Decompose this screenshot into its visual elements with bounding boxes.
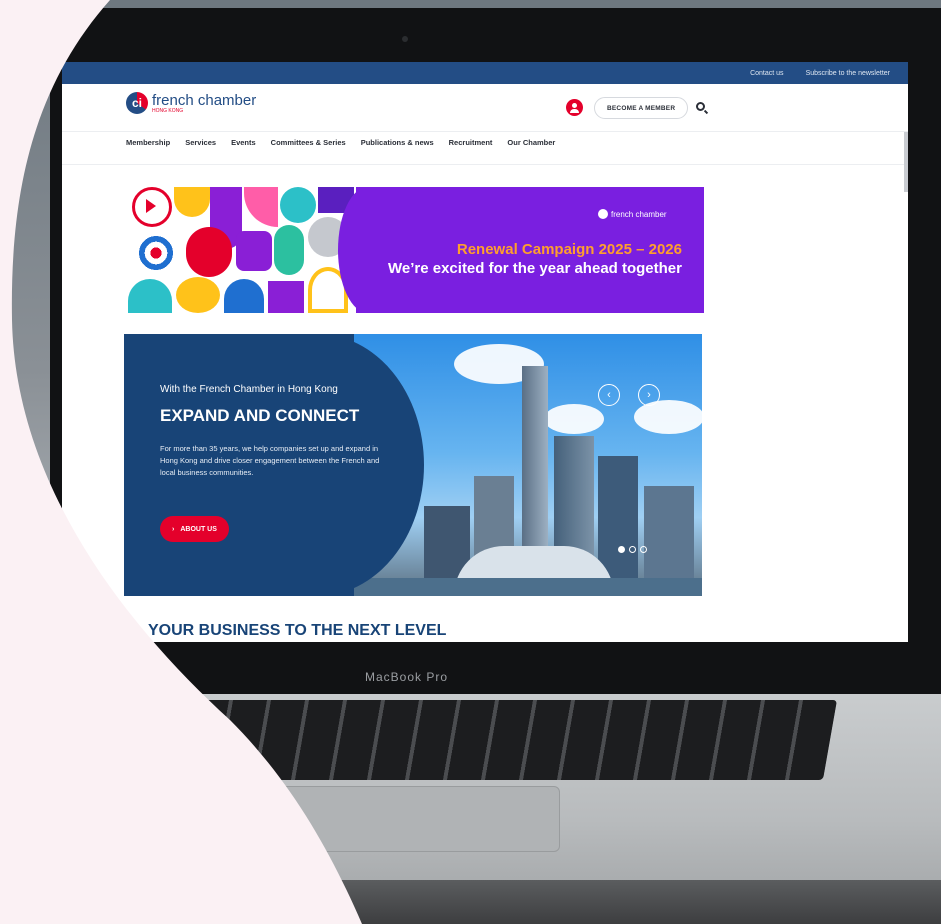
about-us-label: ABOUT US: [180, 525, 217, 533]
hero-body: For more than 35 years, we help companie…: [160, 444, 380, 477]
carousel-dot[interactable]: [618, 546, 625, 553]
user-icon[interactable]: [566, 99, 583, 116]
scrollbar[interactable]: [904, 132, 908, 192]
banner-shape: [280, 187, 316, 223]
nav-item-recruitment[interactable]: Recruitment: [449, 138, 493, 147]
nav-item-services[interactable]: Services: [185, 138, 216, 147]
nav-item-committees[interactable]: Committees & Series: [271, 138, 346, 147]
banner-shape: [224, 279, 264, 313]
website-screen: Contact us Subscribe to the newsletter c…: [62, 62, 908, 642]
site-logo[interactable]: ci french chamber HONG KONG: [126, 92, 256, 114]
chevron-left-icon[interactable]: ‹: [598, 384, 620, 406]
utility-bar: Contact us Subscribe to the newsletter: [62, 62, 908, 84]
desk-edge: [0, 880, 941, 924]
banner-shape: [268, 281, 304, 313]
banner-logo-text: french chamber: [611, 209, 667, 219]
banner-campaign-title: Renewal Campaign 2025 – 2026: [456, 241, 682, 258]
nav-item-events[interactable]: Events: [231, 138, 256, 147]
newsletter-link[interactable]: Subscribe to the newsletter: [806, 70, 890, 77]
nav-item-publications[interactable]: Publications & news: [361, 138, 434, 147]
banner-shape: [176, 277, 220, 313]
carousel-dot[interactable]: [640, 546, 647, 553]
renewal-banner[interactable]: french chamber Renewal Campaign 2025 – 2…: [128, 187, 704, 313]
section-title: YOUR BUSINESS TO THE NEXT LEVEL: [148, 622, 447, 639]
banner-tagline: We’re excited for the year ahead togethe…: [388, 260, 682, 277]
carousel-dot[interactable]: [629, 546, 636, 553]
play-icon: [146, 199, 156, 213]
nav-item-membership[interactable]: Membership: [126, 138, 170, 147]
banner-shape: [236, 231, 272, 271]
about-us-button[interactable]: › ABOUT US: [160, 516, 229, 542]
nav-divider: [62, 164, 908, 165]
banner-logo: french chamber: [598, 209, 667, 219]
logo-mark-text: ci: [131, 96, 142, 110]
banner-shape: [128, 279, 172, 313]
carousel-dots: [618, 546, 647, 553]
banner-shape: [274, 225, 304, 275]
camera-icon: [402, 36, 408, 42]
become-member-button[interactable]: BECOME A MEMBER: [594, 97, 689, 119]
hero-carousel: With the French Chamber in Hong Kong EXP…: [124, 334, 702, 596]
contact-us-link[interactable]: Contact us: [750, 70, 783, 77]
hero-title: EXPAND AND CONNECT: [160, 406, 360, 425]
banner-logo-mark-icon: [598, 209, 608, 219]
banner-shape: [244, 187, 278, 227]
keyboard: [142, 700, 838, 780]
hero-kicker: With the French Chamber in Hong Kong: [160, 384, 338, 395]
nav-item-our-chamber[interactable]: Our Chamber: [507, 138, 555, 147]
rocket-icon: [186, 227, 232, 277]
chevron-right-small-icon: ›: [172, 525, 175, 533]
site-header: ci french chamber HONG KONG BECOME A MEM…: [62, 84, 908, 132]
laptop-brand-label: MacBook Pro: [365, 670, 449, 684]
logo-name: french chamber: [152, 91, 257, 109]
search-icon[interactable]: [696, 102, 705, 111]
banner-shape: [174, 187, 210, 217]
logo-subtitle: HONG KONG: [152, 107, 184, 114]
target-icon: [136, 233, 176, 273]
trackpad: [270, 786, 560, 852]
cloud: [544, 404, 604, 434]
chevron-right-icon[interactable]: ›: [638, 384, 660, 406]
logo-mark-icon: ci: [126, 92, 148, 114]
main-nav: Membership Services Events Committees & …: [126, 138, 555, 147]
